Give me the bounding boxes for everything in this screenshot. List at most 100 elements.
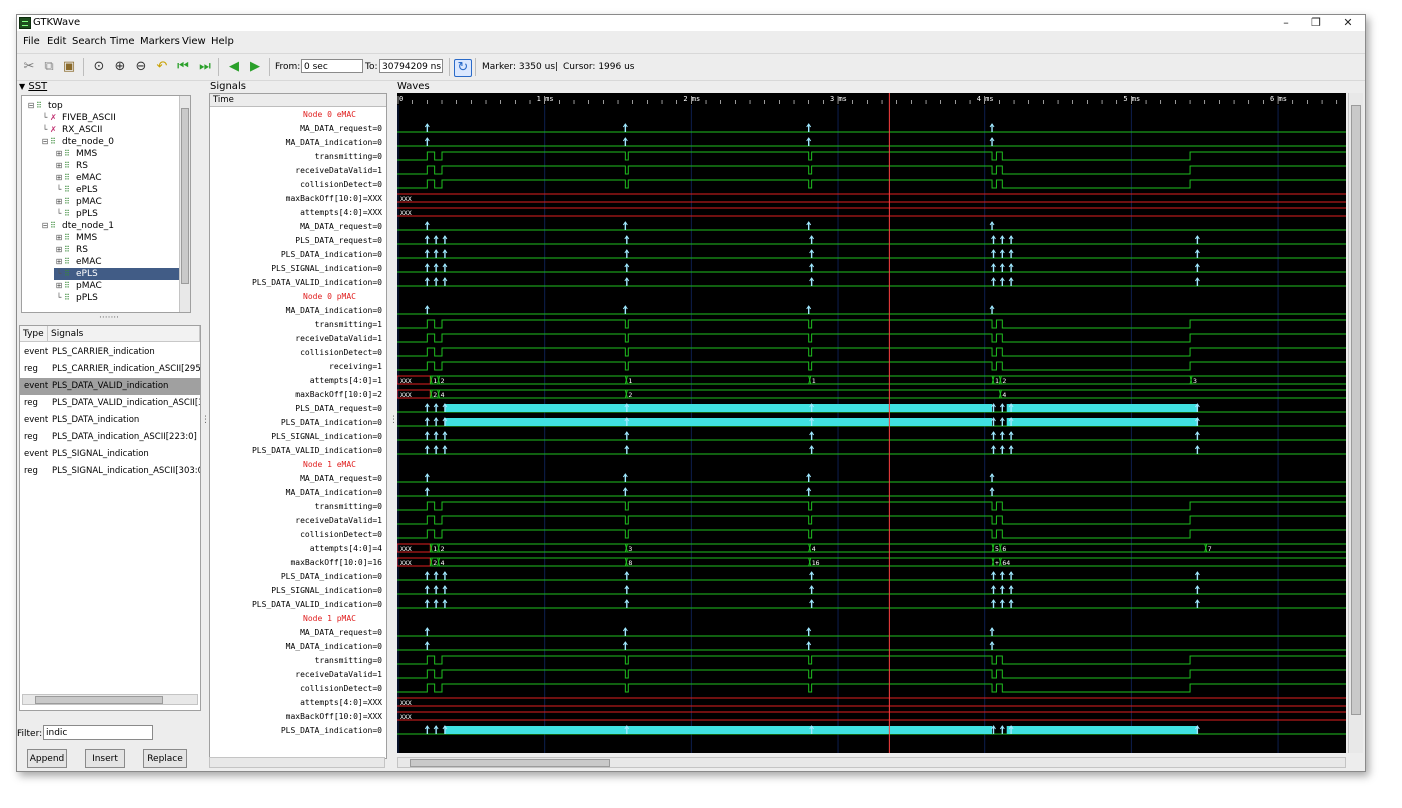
signal-name-row[interactable]: receiveDataValid=1 — [295, 164, 382, 178]
signal-name-row[interactable]: collisionDetect=0 — [300, 528, 382, 542]
signal-name-row[interactable]: PLS_DATA_request=0 — [295, 234, 382, 248]
signal-list-row[interactable]: reg PLS_CARRIER_indication_ASCII[295: — [20, 361, 200, 378]
signal-name-row[interactable]: MA_DATA_indication=0 — [286, 304, 382, 318]
signal-name-row[interactable]: collisionDetect=0 — [300, 682, 382, 696]
sst-tree-item[interactable]: ⊞ ⠿ eMAC — [54, 172, 186, 184]
signal-name-row[interactable]: maxBackOff[10:0]=XXX — [286, 192, 382, 206]
signal-group-header[interactable]: Node 0 eMAC — [303, 108, 356, 122]
sst-tree-item[interactable]: └ ⠿ ePLS — [54, 184, 186, 196]
sst-tree-item[interactable]: └ ✗ RX_ASCII — [40, 124, 186, 136]
tree-line-icon[interactable]: └ — [54, 292, 64, 304]
signal-name-row[interactable]: maxBackOff[10:0]=16 — [290, 556, 382, 570]
signals-hscrollbar[interactable] — [209, 757, 385, 768]
signal-name-row[interactable]: PLS_DATA_VALID_indication=0 — [252, 598, 382, 612]
signal-name-row[interactable]: collisionDetect=0 — [300, 346, 382, 360]
sst-tree-item[interactable]: ⊟ ⠿ top — [26, 100, 186, 112]
sst-tree-item[interactable]: ⊞ ⠿ MMS — [54, 232, 186, 244]
signal-name-row[interactable]: receiveDataValid=1 — [295, 332, 382, 346]
scroll-thumb[interactable] — [181, 108, 189, 284]
signal-name-row[interactable]: attempts[4:0]=1 — [310, 374, 382, 388]
sst-tree-item[interactable]: ⊞ ⠿ eMAC — [54, 256, 186, 268]
tree-line-icon[interactable]: └ — [40, 112, 50, 124]
menu-file[interactable]: File — [23, 36, 40, 47]
signal-name-row[interactable]: attempts[4:0]=XXX — [300, 206, 382, 220]
signal-name-row[interactable]: transmitting=0 — [315, 150, 382, 164]
signal-list-row[interactable]: event PLS_DATA_indication — [20, 412, 200, 429]
signal-name-row[interactable]: transmitting=1 — [315, 318, 382, 332]
menu-markers[interactable]: Markers — [140, 36, 180, 47]
expander-icon[interactable]: ⊟ — [40, 136, 50, 148]
expander-icon[interactable]: ⊟ — [40, 220, 50, 232]
waves-hscrollbar[interactable] — [397, 757, 1346, 768]
zoom-fit-icon[interactable]: ⊙ — [91, 59, 107, 75]
sst-expander[interactable]: ▼ SST — [19, 81, 47, 92]
col-header-type[interactable]: Type — [20, 326, 48, 342]
signal-name-row[interactable]: PLS_DATA_indication=0 — [281, 248, 382, 262]
next-edge-icon[interactable]: ▶ — [247, 59, 263, 75]
expander-icon[interactable]: ⊞ — [54, 148, 64, 160]
menu-search[interactable]: Search — [72, 36, 106, 47]
signal-name-row[interactable]: transmitting=0 — [315, 654, 382, 668]
sst-tree-item[interactable]: ⊞ ⠿ pMAC — [54, 280, 186, 292]
signal-group-header[interactable]: Node 1 eMAC — [303, 458, 356, 472]
expander-icon[interactable]: ⊞ — [54, 196, 64, 208]
signal-list-hscrollbar[interactable] — [22, 694, 198, 705]
scroll-thumb[interactable] — [1351, 105, 1361, 715]
signal-name-row[interactable]: PLS_DATA_VALID_indication=0 — [252, 444, 382, 458]
signal-name-row[interactable]: MA_DATA_indication=0 — [286, 136, 382, 150]
signal-name-row[interactable]: PLS_DATA_VALID_indication=0 — [252, 276, 382, 290]
signal-name-row[interactable]: maxBackOff[10:0]=2 — [295, 388, 382, 402]
signal-group-header[interactable]: Node 0 pMAC — [303, 290, 356, 304]
zoom-in-icon[interactable]: ⊕ — [112, 59, 128, 75]
expander-icon[interactable]: ⊞ — [54, 256, 64, 268]
tree-line-icon[interactable]: └ — [54, 268, 64, 280]
sst-tree-item[interactable]: ⊟ ⠿ dte_node_0 — [40, 136, 186, 148]
signal-name-row[interactable]: receiving=1 — [329, 360, 382, 374]
scroll-thumb[interactable] — [410, 759, 610, 767]
menu-time[interactable]: Time — [110, 36, 134, 47]
undo-zoom-icon[interactable]: ↶ — [154, 59, 170, 75]
expander-icon[interactable]: ⊞ — [54, 244, 64, 256]
signal-name-row[interactable]: MA_DATA_request=0 — [300, 122, 382, 136]
menu-edit[interactable]: Edit — [47, 36, 66, 47]
sst-tree-item[interactable]: └ ⠿ ePLS — [54, 268, 186, 280]
signal-name-row[interactable]: PLS_DATA_indication=0 — [281, 724, 382, 738]
paste-icon[interactable]: ▣ — [61, 59, 77, 75]
waveform-canvas[interactable]: 01 ms 2 ms 3 ms 4 ms 5 ms 6 msXXXXXXXXX 1 2 1 1 1 2… — [397, 93, 1346, 753]
signal-name-row[interactable]: PLS_SIGNAL_indication=0 — [271, 584, 382, 598]
sst-tree-item[interactable]: ⊟ ⠿ dte_node_1 — [40, 220, 186, 232]
signal-list-row[interactable]: reg PLS_DATA_indication_ASCII[223:0] — [20, 429, 200, 446]
sst-vscrollbar[interactable] — [179, 96, 190, 312]
col-header-signals[interactable]: Signals — [48, 326, 200, 342]
expander-icon[interactable]: ⊟ — [26, 100, 36, 112]
signal-name-row[interactable]: PLS_DATA_request=0 — [295, 402, 382, 416]
sst-tree-item[interactable]: ⊞ ⠿ RS — [54, 160, 186, 172]
copy-icon[interactable]: ⧉ — [41, 59, 57, 75]
signal-name-row[interactable]: receiveDataValid=1 — [295, 668, 382, 682]
prev-edge-icon[interactable]: ◀ — [226, 59, 242, 75]
to-input[interactable]: 30794209 ns — [379, 59, 443, 73]
from-input[interactable]: 0 sec — [301, 59, 363, 73]
signal-name-row[interactable]: collisionDetect=0 — [300, 178, 382, 192]
signal-list-row[interactable]: reg PLS_DATA_VALID_indication_ASCII[3 — [20, 395, 200, 412]
cut-icon[interactable]: ✂ — [21, 59, 37, 75]
signal-name-row[interactable]: PLS_DATA_indication=0 — [281, 570, 382, 584]
signal-list-row[interactable]: event PLS_DATA_VALID_indication — [20, 378, 200, 395]
signal-list-row[interactable]: event PLS_CARRIER_indication — [20, 344, 200, 361]
pane-gripper[interactable]: ······· — [99, 313, 119, 323]
sst-tree-item[interactable]: └ ✗ FIVEB_ASCII — [40, 112, 186, 124]
signal-name-row[interactable]: maxBackOff[10:0]=XXX — [286, 710, 382, 724]
reload-icon[interactable]: ↻ — [454, 59, 472, 77]
sst-tree-item[interactable]: └ ⠿ pPLS — [54, 208, 186, 220]
signal-list-row[interactable]: reg PLS_SIGNAL_indication_ASCII[303:0] — [20, 463, 200, 480]
filter-input[interactable]: indic — [43, 725, 153, 740]
tree-line-icon[interactable]: └ — [40, 124, 50, 136]
signal-name-row[interactable]: MA_DATA_request=0 — [300, 220, 382, 234]
signal-name-row[interactable]: attempts[4:0]=XXX — [300, 696, 382, 710]
close-button[interactable]: ✕ — [1333, 15, 1363, 31]
jump-end-icon[interactable]: ⏭ — [197, 59, 213, 75]
sst-tree-item[interactable]: └ ⠿ pPLS — [54, 292, 186, 304]
wave-display[interactable]: 01 ms 2 ms 3 ms 4 ms 5 ms 6 ms XXX XXX XXX 1 2 1 1 1 2… — [397, 93, 1346, 753]
menu-help[interactable]: Help — [211, 36, 234, 47]
append-button[interactable]: Append — [27, 749, 67, 768]
